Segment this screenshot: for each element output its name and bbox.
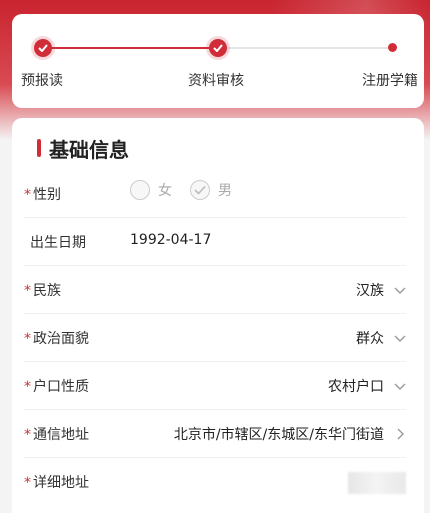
step-line-completed bbox=[42, 47, 218, 49]
household-type-row[interactable]: * 户口性质 农村户口 bbox=[12, 362, 424, 410]
birth-date-value: 1992-04-17 bbox=[130, 232, 212, 248]
progress-steps-card: 预报读 资料审核 注册学籍 bbox=[12, 14, 424, 108]
political-status-label: * 政治面貌 bbox=[24, 331, 89, 347]
step-2-label: 资料审核 bbox=[188, 73, 244, 89]
step-3-label: 注册学籍 bbox=[362, 73, 418, 89]
section-title: 基础信息 bbox=[49, 137, 129, 162]
mailing-address-label: * 通信地址 bbox=[24, 427, 89, 443]
chevron-down-icon[interactable] bbox=[393, 379, 407, 393]
ethnicity-value[interactable]: 汉族 bbox=[356, 280, 384, 300]
gender-female-radio[interactable] bbox=[130, 180, 150, 200]
detail-address-input[interactable] bbox=[348, 472, 406, 494]
gender-radio-group: 女 男 bbox=[130, 180, 250, 200]
chevron-down-icon[interactable] bbox=[393, 283, 407, 297]
step-1-label: 预报读 bbox=[21, 73, 63, 89]
step-line-pending bbox=[226, 47, 392, 49]
basic-info-card: 基础信息 * 性别 女 男 出生日期 1992-04-17 * 民族 汉族 * 政治面… bbox=[12, 118, 424, 513]
section-header: 基础信息 bbox=[37, 136, 129, 162]
detail-address-label: * 详细地址 bbox=[24, 475, 89, 491]
birth-date-row: 出生日期 1992-04-17 bbox=[12, 218, 424, 266]
mailing-address-row[interactable]: * 通信地址 北京市/市辖区/东城区/东华门街道 bbox=[12, 410, 424, 458]
chevron-right-icon[interactable] bbox=[393, 427, 407, 441]
mailing-address-value[interactable]: 北京市/市辖区/东城区/东华门街道 bbox=[174, 424, 384, 444]
gender-row: * 性别 女 男 bbox=[12, 170, 424, 218]
ethnicity-label: * 民族 bbox=[24, 283, 61, 299]
birth-date-label: 出生日期 bbox=[30, 235, 86, 251]
gender-female-label[interactable]: 女 bbox=[158, 180, 172, 200]
household-type-value[interactable]: 农村户口 bbox=[328, 376, 384, 396]
section-title-marker bbox=[37, 139, 41, 157]
chevron-down-icon[interactable] bbox=[393, 331, 407, 345]
gender-male-radio[interactable] bbox=[190, 180, 210, 200]
gender-label: * 性别 bbox=[24, 187, 61, 203]
household-type-label: * 户口性质 bbox=[24, 379, 89, 395]
political-status-row[interactable]: * 政治面貌 群众 bbox=[12, 314, 424, 362]
step-3-pending-dot bbox=[388, 43, 397, 52]
ethnicity-row[interactable]: * 民族 汉族 bbox=[12, 266, 424, 314]
detail-address-row: * 详细地址 bbox=[12, 458, 424, 506]
gender-male-label[interactable]: 男 bbox=[218, 180, 232, 200]
political-status-value[interactable]: 群众 bbox=[356, 328, 384, 348]
step-2-current-icon bbox=[209, 39, 227, 57]
step-1-done-icon bbox=[34, 39, 52, 57]
